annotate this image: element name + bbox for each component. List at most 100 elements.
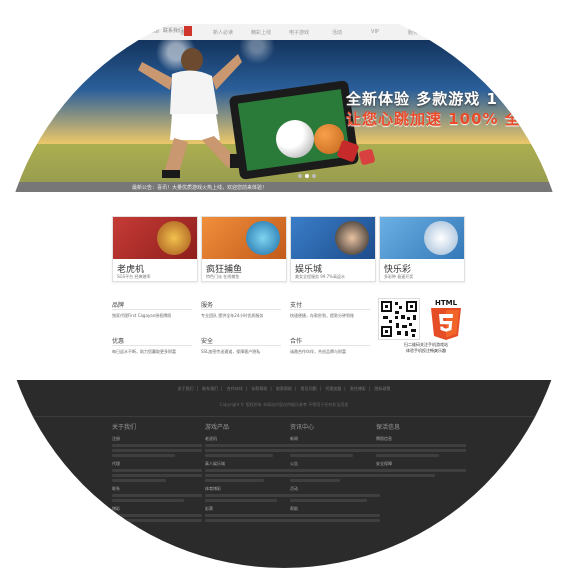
service-text: 快速便捷，存款秒到，提款分钟到账: [290, 313, 354, 318]
service-security: 安全 SSL加密传送通道，保障客户隐私: [201, 336, 281, 355]
text-placeholder-line: [205, 519, 295, 522]
text-placeholder-line: [205, 494, 295, 497]
text-placeholder-line: [290, 494, 380, 497]
text-placeholder-line: [376, 454, 439, 457]
text-placeholder-line: [205, 474, 295, 477]
footer-col-sub[interactable]: 帮助: [290, 506, 380, 512]
footer-link[interactable]: 代理加盟: [325, 386, 341, 391]
footer-col-sub[interactable]: 公告: [290, 461, 380, 467]
footer-col-sub[interactable]: 真人娱乐城: [205, 461, 295, 467]
footer-col-sub[interactable]: 老虎机: [205, 436, 295, 442]
footer-link[interactable]: 取款帮助: [276, 386, 292, 391]
service-text: 诚邀合作伙伴，共创品牌与财富: [290, 349, 346, 354]
game-card-casino[interactable]: 娱乐城 美女全程服务 99.7%高返水: [290, 216, 376, 282]
footer-col-sub[interactable]: 注册: [112, 436, 202, 442]
footer-col-sub[interactable]: 彩票: [205, 506, 295, 512]
text-placeholder-line: [112, 454, 175, 457]
service-support: 服务 专业团队 提供全年24小时优质服务: [201, 300, 281, 319]
footer-col-sub[interactable]: 联系: [112, 486, 202, 492]
page-viewport: 加入收藏 网站地图 联系我们 首页 新人必读 精彩上线 电子游戏 活动 VIP …: [0, 0, 568, 568]
text-placeholder-line: [112, 514, 202, 517]
footer-col-sub[interactable]: 博彩: [112, 506, 202, 512]
service-heading: 支付: [290, 300, 370, 310]
menu-item-about[interactable]: 关于: [432, 29, 470, 36]
notice-ticker[interactable]: 最新公告：喜讯！大量优质游戏火热上线，欢迎您前来体验！: [14, 182, 554, 192]
text-placeholder-line: [376, 474, 435, 477]
text-placeholder-line: [205, 479, 264, 482]
text-placeholder-line: [112, 519, 202, 522]
menu-item-guide[interactable]: 新人必读: [204, 29, 242, 36]
footer-divider: [14, 416, 554, 417]
carousel-dot[interactable]: [298, 174, 302, 178]
text-placeholder-line: [290, 454, 353, 457]
carousel-indicators: [298, 174, 316, 178]
qr-caption-line: 体验手机投注畅爽乐趣: [406, 348, 446, 353]
service-payment: 支付 快速便捷，存款秒到，提款分钟到账: [290, 300, 370, 319]
text-placeholder-line: [290, 519, 380, 522]
card-desc: 多彩种 极速开奖: [384, 274, 414, 279]
menu-item-promo[interactable]: 活动: [318, 29, 356, 36]
soccer-player-image: [138, 48, 242, 178]
banner-headline: 全新体验 多款游戏 1: [346, 90, 498, 108]
footer-link[interactable]: 存款帮助: [251, 386, 267, 391]
carousel-dot-active[interactable]: [305, 174, 309, 178]
html5-logo-icon: HTML: [431, 299, 461, 340]
game-card-slots[interactable]: 老虎机 SGS平台 经典赌率: [112, 216, 198, 282]
text-placeholder-line: [376, 469, 466, 472]
footer-link[interactable]: 责任博彩: [350, 386, 366, 391]
footer-link[interactable]: 隐私政策: [375, 386, 391, 391]
dealer-icon: [335, 221, 369, 255]
footer-col-sub[interactable]: 牌照信息: [376, 436, 466, 442]
footer-links: 关于我们 | 联系我们 | 合作伙伴 | 存款帮助 | 取款帮助 | 常见问题 | 代理加盟…: [177, 386, 391, 391]
footer-col-sub[interactable]: 安全保障: [376, 461, 466, 467]
footer-col-sub[interactable]: 代理: [112, 461, 202, 467]
service-heading: 合作: [290, 336, 370, 346]
notice-text: 最新公告：喜讯！大量优质游戏火热上线，欢迎您前来体验！: [132, 185, 268, 191]
text-placeholder-line: [205, 444, 295, 447]
game-card-lottery[interactable]: 快乐彩 多彩种 极速开奖: [379, 216, 465, 282]
footer-col-heading: 资讯中心: [290, 424, 315, 431]
footer-col-about: 关于我们 注册 代理 联系 博彩: [112, 422, 202, 524]
service-heading: 优惠: [112, 336, 192, 346]
menu-item-vip[interactable]: VIP: [356, 29, 394, 36]
footer-link[interactable]: 合作伙伴: [227, 386, 243, 391]
service-heading: 品牌: [112, 300, 192, 310]
footer-col-heading: 游戏产品: [205, 424, 230, 431]
text-placeholder-line: [376, 444, 466, 447]
game-card-fishing[interactable]: 疯狂捕鱼 特色门派 在线捕鱼: [201, 216, 287, 282]
menu-item-egames[interactable]: 电子游戏: [280, 29, 318, 36]
text-placeholder-line: [205, 469, 295, 472]
service-text: 专业团队 提供全年24小时优质服务: [201, 313, 264, 318]
card-desc: 美女全程服务 99.7%高返水: [295, 274, 345, 279]
footer-link[interactable]: 常见问题: [301, 386, 317, 391]
hero-banner[interactable]: 全新体验 多款游戏 1 让您心跳加速 100% 全: [14, 40, 554, 182]
text-placeholder-line: [112, 469, 202, 472]
util-link-favorite[interactable]: 加入收藏: [115, 27, 135, 34]
soccer-ball-icon: [276, 120, 314, 158]
menu-item-service[interactable]: 服务: [394, 29, 432, 36]
footer-link[interactable]: 关于我们: [178, 386, 194, 391]
text-placeholder-line: [205, 454, 273, 457]
footer-col-sub[interactable]: 活动: [290, 486, 380, 492]
text-placeholder-line: [290, 449, 380, 452]
card-desc: 特色门派 在线捕鱼: [206, 274, 240, 279]
footer-copyright: Copyright © 版权所有 本网站内容仅供娱乐参考 不得用于任何非法用途: [219, 402, 349, 407]
footer-col-sub[interactable]: 新闻: [290, 436, 380, 442]
top-navigation-bar: 加入收藏 网站地图 联系我们 首页 新人必读 精彩上线 电子游戏 活动 VIP …: [0, 24, 568, 41]
lottery-ball-icon: [424, 221, 458, 255]
service-offers: 优惠 每日返水不断，助力您赢取更多财富: [112, 336, 192, 355]
service-heading: 服务: [201, 300, 281, 310]
text-placeholder-line: [376, 449, 466, 452]
footer-col-heading: 关于我们: [112, 424, 137, 431]
qr-caption: 扫二维码关注手机游戏站 体验手机投注畅爽乐趣: [376, 342, 476, 354]
service-partner: 合作 诚邀合作伙伴，共创品牌与财富: [290, 336, 370, 355]
footer-col-news: 资讯中心 新闻 公告 活动 帮助: [290, 422, 380, 524]
util-link-sitemap[interactable]: 网站地图: [139, 27, 159, 34]
text-placeholder-line: [112, 449, 202, 452]
qr-code-icon[interactable]: [378, 298, 420, 340]
carousel-dot[interactable]: [312, 174, 316, 178]
site-logo-icon[interactable]: [184, 26, 192, 36]
footer-col-sub[interactable]: 体育博彩: [205, 486, 295, 492]
footer-link[interactable]: 联系我们: [202, 386, 218, 391]
menu-item-new[interactable]: 精彩上线: [242, 29, 280, 36]
